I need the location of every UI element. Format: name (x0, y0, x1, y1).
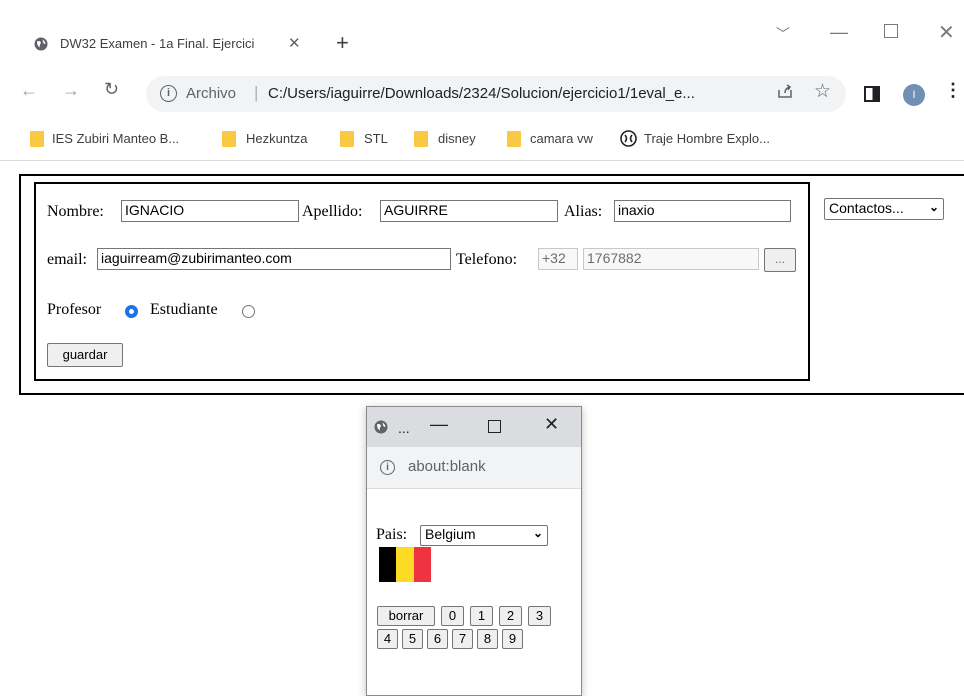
keypad-8-button[interactable]: 8 (477, 629, 498, 649)
keypad-borrar-button[interactable]: borrar (377, 606, 435, 626)
pais-selected: Belgium (425, 526, 476, 542)
keypad-6-button[interactable]: 6 (427, 629, 448, 649)
tab-search-chevron-icon[interactable]: ﹀ (776, 24, 790, 44)
nombre-input[interactable]: IGNACIO (121, 200, 299, 222)
menu-icon[interactable]: ⋮ (944, 80, 962, 101)
telefono-picker-button[interactable]: ... (764, 248, 796, 272)
minimize-icon[interactable]: — (830, 22, 848, 43)
telefono-input: 1767882 (583, 248, 759, 270)
chevron-down-icon: ⌄ (532, 526, 543, 540)
tab-close-icon[interactable]: ✕ (288, 34, 301, 52)
alias-label: Alias: (564, 203, 603, 220)
keypad-9-button[interactable]: 9 (502, 629, 523, 649)
keypad-3-button[interactable]: 3 (528, 606, 551, 626)
nombre-label: Nombre: (47, 203, 104, 220)
globe-icon (34, 37, 48, 51)
new-tab-button[interactable]: + (336, 30, 349, 56)
contactos-selected: Contactos... (829, 200, 904, 216)
apellido-input[interactable]: AGUIRRE (380, 200, 558, 222)
info-icon[interactable]: i (380, 460, 395, 475)
email-input[interactable]: iaguirream@zubirimanteo.com (97, 248, 451, 270)
folder-icon (507, 131, 521, 147)
pais-select[interactable]: Belgium ⌄ (420, 525, 548, 546)
bookmark-traje-hombre[interactable]: Traje Hombre Explo... (644, 131, 770, 146)
chevron-down-icon: ⌄ (928, 200, 939, 214)
tab-title: DW32 Examen - 1a Final. Ejercici (60, 36, 255, 51)
keypad-1-button[interactable]: 1 (470, 606, 493, 626)
popup-title: ... (398, 420, 410, 436)
folder-icon (30, 131, 44, 147)
folder-icon (340, 131, 354, 147)
folder-icon (414, 131, 428, 147)
close-window-icon[interactable]: ✕ (938, 20, 955, 45)
maximize-icon[interactable] (884, 24, 898, 38)
telefono-prefix-input: +32 (538, 248, 578, 270)
bookmark-disney[interactable]: disney (438, 131, 476, 146)
keypad-7-button[interactable]: 7 (452, 629, 473, 649)
close-icon[interactable]: ✕ (544, 414, 559, 435)
pais-label: Pais: (376, 526, 408, 543)
share-icon[interactable] (776, 82, 794, 100)
popup-url: about:blank (408, 458, 486, 475)
estudiante-label: Estudiante (150, 301, 218, 318)
address-separator: | (254, 83, 259, 102)
profesor-label: Profesor (47, 301, 102, 318)
bookmark-ies-zubiri[interactable]: IES Zubiri Manteo B... (52, 131, 179, 146)
folder-icon (222, 131, 236, 147)
side-panel-icon[interactable] (864, 86, 880, 102)
contactos-select[interactable]: Contactos... ⌄ (824, 198, 944, 220)
avatar[interactable]: I (903, 84, 925, 106)
star-icon[interactable]: ☆ (814, 80, 831, 103)
alias-input[interactable]: inaxio (614, 200, 791, 222)
flag-stripe-3 (413, 547, 431, 582)
site-icon (620, 130, 637, 147)
minimize-icon[interactable]: — (430, 414, 448, 435)
address-url[interactable]: C:/Users/iaguirre/Downloads/2324/Solucio… (268, 85, 758, 102)
bookmark-camara-vw[interactable]: camara vw (530, 131, 593, 146)
keypad-2-button[interactable]: 2 (499, 606, 522, 626)
guardar-button[interactable]: guardar (47, 343, 123, 367)
maximize-icon[interactable] (488, 420, 501, 433)
estudiante-radio[interactable] (242, 305, 255, 318)
globe-icon (374, 420, 388, 434)
back-icon[interactable]: ← (20, 80, 38, 101)
keypad-5-button[interactable]: 5 (402, 629, 423, 649)
profesor-radio[interactable] (125, 305, 138, 318)
flag-stripe-2 (396, 547, 414, 582)
bookmark-hezkuntza[interactable]: Hezkuntza (246, 131, 307, 146)
apellido-label: Apellido: (302, 203, 363, 220)
telefono-label: Telefono: (456, 251, 518, 268)
forward-icon[interactable]: → (62, 80, 80, 101)
email-label: email: (47, 251, 87, 268)
address-scheme: Archivo (186, 85, 237, 102)
keypad-4-button[interactable]: 4 (377, 629, 398, 649)
info-icon[interactable]: i (160, 85, 177, 102)
keypad-0-button[interactable]: 0 (441, 606, 464, 626)
reload-icon[interactable]: ↻ (104, 79, 119, 100)
country-flag (379, 547, 431, 582)
flag-stripe-1 (379, 547, 397, 582)
bookmark-stl[interactable]: STL (364, 131, 388, 146)
